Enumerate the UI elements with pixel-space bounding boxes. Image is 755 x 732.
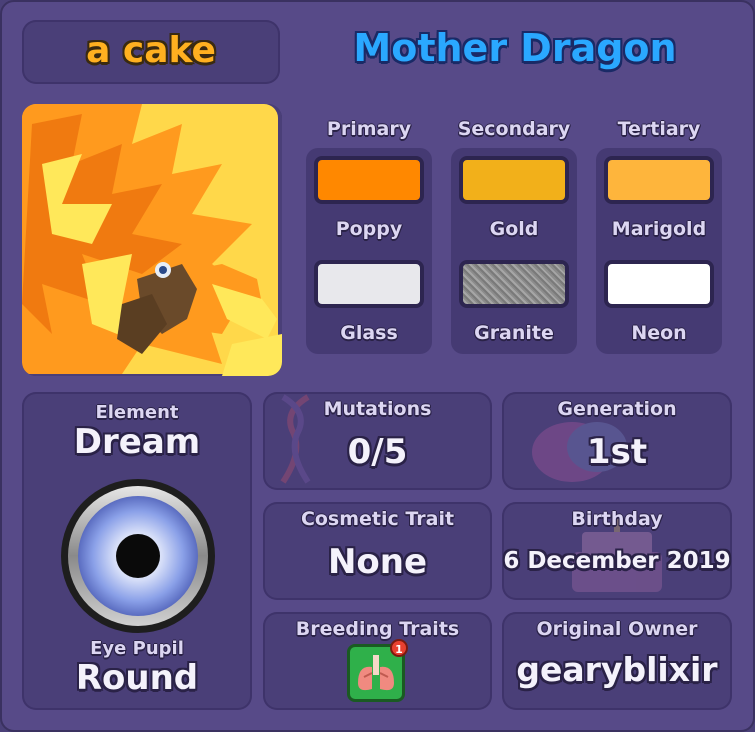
element-panel: Element Dream Eye Pupil Round [22,392,252,710]
tertiary-color-swatch[interactable] [604,156,714,204]
primary-column: Poppy Glass [306,148,432,354]
original-owner-panel: Original Owner gearyblixir [502,612,732,710]
mutations-label: Mutations [323,398,432,420]
generation-panel: Generation 1st [502,392,732,490]
breeding-traits-panel: Breeding Traits 1 [263,612,492,710]
tertiary-header: Tertiary [617,118,701,140]
tertiary-material-swatch[interactable] [604,260,714,308]
tertiary-column: Marigold Neon [596,148,722,354]
eye-icon [61,479,215,633]
primary-material-name: Glass [340,322,398,344]
primary-header: Primary [326,118,412,140]
secondary-color-name: Gold [489,218,539,240]
breeding-trait-badge: 1 [390,639,408,657]
original-owner-value[interactable]: gearyblixir [502,650,732,689]
primary-material-swatch[interactable] [314,260,424,308]
species-title: Mother Dragon [353,26,677,70]
eye-pupil-label: Eye Pupil [90,638,184,659]
tertiary-material-name: Neon [631,322,687,344]
cosmetic-trait-label: Cosmetic Trait [300,508,455,530]
birthday-panel: Birthday 6 December 2019 [502,502,732,600]
primary-color-name: Poppy [335,218,403,240]
breeding-trait-button[interactable]: 1 [347,639,408,702]
generation-value: 1st [586,432,648,472]
mutations-panel: Mutations 0/5 [263,392,492,490]
secondary-column: Gold Granite [451,148,577,354]
breeding-traits-label: Breeding Traits [295,618,460,640]
birthday-value: 6 December 2019 [503,548,731,574]
secondary-color-swatch[interactable] [459,156,569,204]
secondary-material-name: Granite [474,322,554,344]
birthday-label: Birthday [571,508,663,530]
cosmetic-trait-value: None [327,542,428,582]
pet-portrait [22,104,282,376]
pet-name[interactable]: a cake [22,30,280,71]
cosmetic-trait-panel: Cosmetic Trait None [263,502,492,600]
element-label: Element [95,402,179,423]
secondary-header: Secondary [457,118,571,140]
secondary-material-swatch[interactable] [459,260,569,308]
original-owner-label: Original Owner [536,618,698,640]
element-value: Dream [73,422,201,462]
pet-name-panel: a cake [22,20,280,84]
generation-label: Generation [557,398,677,420]
tertiary-color-name: Marigold [611,218,707,240]
eye-pupil-value: Round [75,658,199,698]
primary-color-swatch[interactable] [314,156,424,204]
pet-portrait-panel [22,104,282,376]
mutations-value: 0/5 [347,432,408,472]
